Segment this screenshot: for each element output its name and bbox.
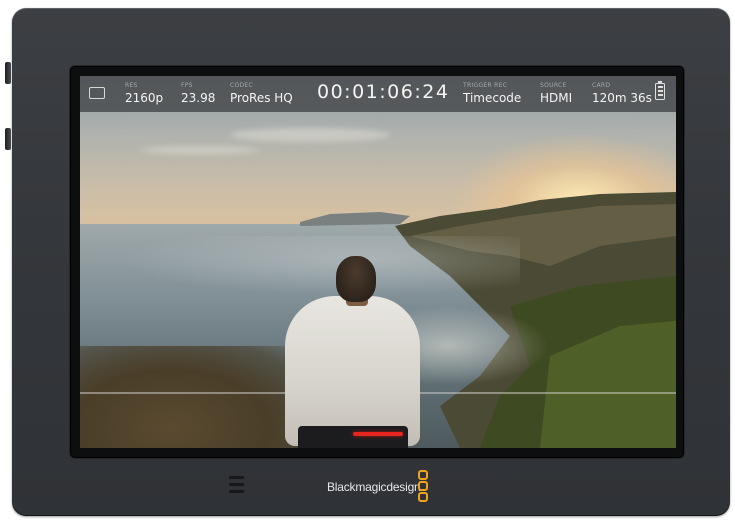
res-readout[interactable]: RES 2160p [125, 81, 163, 106]
card-readout[interactable]: CARD 120m 36s [592, 81, 652, 106]
codec-readout[interactable]: CODEC ProRes HQ [230, 81, 293, 106]
card-label: CARD [592, 82, 611, 89]
person-belt [298, 426, 408, 448]
status-bar: RES 2160p FPS 23.98 CODEC ProRes HQ 00:0… [80, 76, 676, 112]
fps-readout[interactable]: FPS 23.98 [181, 81, 215, 106]
source-label: SOURCE [540, 82, 567, 89]
side-button-bottom[interactable] [5, 128, 11, 150]
recording-indicator [353, 432, 403, 436]
codec-label: CODEC [230, 82, 254, 89]
fps-value: 23.98 [181, 91, 216, 105]
person-body [285, 296, 420, 446]
trigger-rec-value: Timecode [463, 91, 522, 105]
foreground-bushes [80, 346, 310, 448]
sea-reflection [120, 236, 520, 296]
brand-name: Blackmagicdesign [327, 480, 421, 494]
res-label: RES [125, 82, 138, 89]
side-button-top[interactable] [5, 62, 11, 84]
frame-guide-icon[interactable] [89, 87, 105, 99]
trigger-rec-readout[interactable]: TRIGGER REC Timecode [463, 81, 521, 106]
source-value: HDMI [540, 91, 573, 105]
trigger-rec-label: TRIGGER REC [463, 82, 508, 89]
timecode-display[interactable]: 00:01:06:24 [317, 81, 449, 103]
codec-value: ProRes HQ [230, 91, 293, 105]
source-readout[interactable]: SOURCE HDMI [540, 81, 572, 106]
menu-icon[interactable] [229, 476, 244, 494]
fps-label: FPS [181, 82, 193, 89]
card-value: 120m 36s [592, 91, 652, 105]
brand-logo-icon [417, 470, 429, 504]
person-head [336, 256, 376, 302]
res-value: 2160p [125, 91, 164, 105]
video-screen[interactable]: RES 2160p FPS 23.98 CODEC ProRes HQ 00:0… [80, 76, 676, 448]
battery-icon [655, 81, 665, 100]
